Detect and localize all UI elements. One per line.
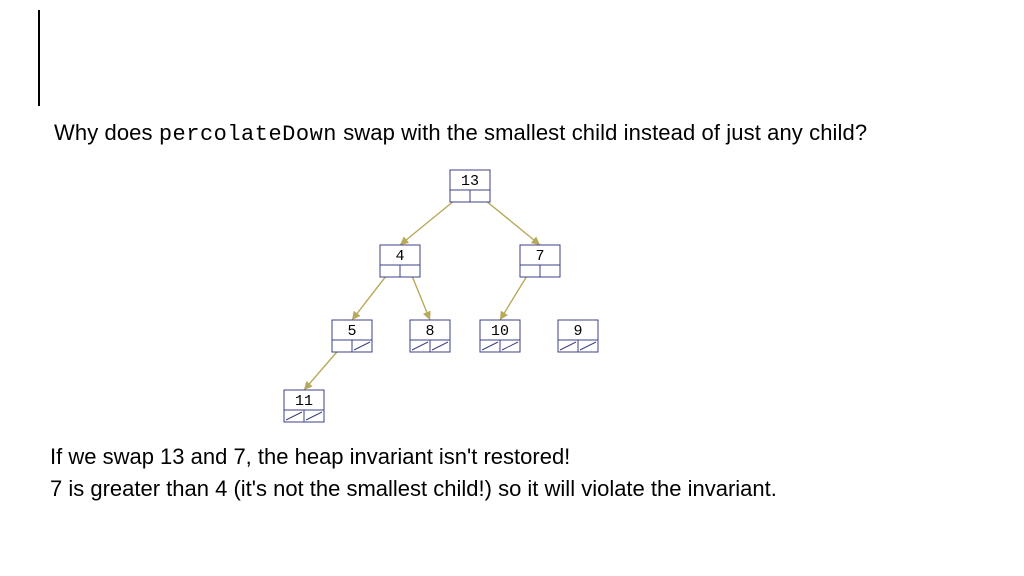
tree-node: 13 [450,170,490,202]
tree-node: 8 [410,320,450,352]
svg-text:11: 11 [295,393,313,410]
tree-node: 10 [480,320,520,352]
tree-node: 11 [284,390,324,422]
tree-node: 5 [332,320,372,352]
explanation-line-1: If we swap 13 and 7, the heap invariant … [50,444,570,470]
accent-bar [38,10,40,106]
svg-text:9: 9 [573,323,582,340]
question-suffix: swap with the smallest child instead of … [337,120,867,145]
tree-node: 7 [520,245,560,277]
explanation-line-2: 7 is greater than 4 (it's not the smalle… [50,476,777,502]
tree-node: 9 [558,320,598,352]
question-code: percolateDown [159,122,337,147]
svg-text:5: 5 [347,323,356,340]
svg-text:13: 13 [461,173,479,190]
svg-text:10: 10 [491,323,509,340]
question-text: Why does percolateDown swap with the sma… [54,120,867,147]
tree-node: 4 [380,245,420,277]
question-prefix: Why does [54,120,159,145]
svg-text:8: 8 [425,323,434,340]
svg-text:4: 4 [395,248,404,265]
heap-tree-diagram: 13 4 7 5 8 10 9 11 [250,160,650,430]
svg-text:7: 7 [535,248,544,265]
